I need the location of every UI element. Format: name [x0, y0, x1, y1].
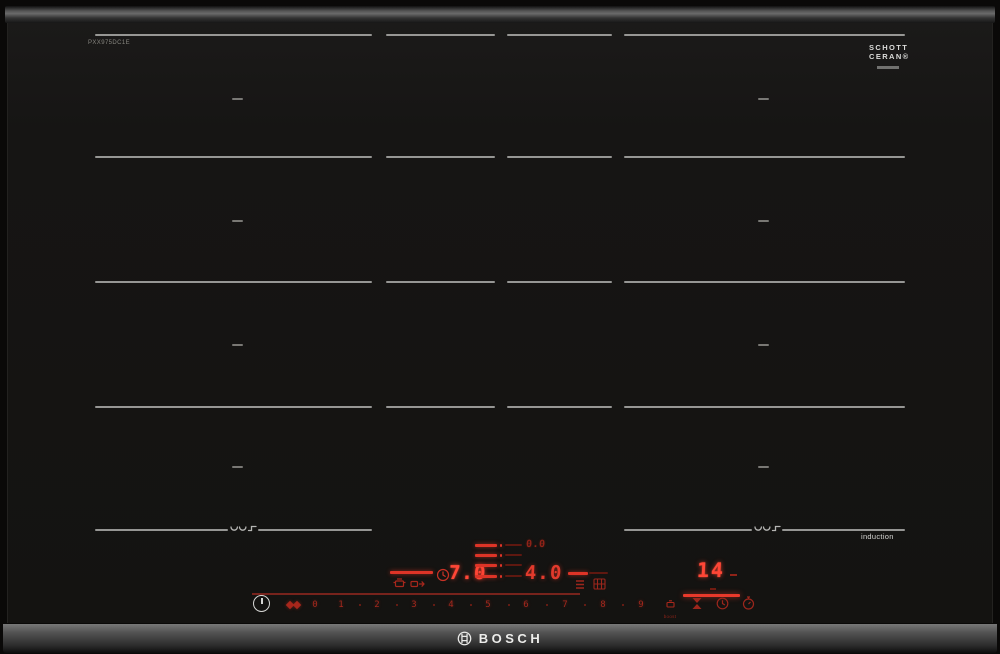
slider-dot: [584, 604, 586, 606]
zone-center-mark: [232, 220, 243, 222]
power-level-4[interactable]: 4: [446, 600, 456, 610]
slider-dot: [359, 604, 361, 606]
zone-line: [624, 34, 905, 36]
zone-line: [386, 406, 495, 408]
power-button[interactable]: [253, 595, 270, 612]
pan-size-marker-icon: [754, 525, 781, 532]
zone-line: [386, 281, 495, 283]
power-level-9[interactable]: 9: [636, 600, 646, 610]
zone-line: [624, 406, 905, 408]
right-zone-indicator-bar: [568, 572, 588, 575]
zone-line: [95, 281, 372, 283]
model-code: PXX975DC1E: [88, 40, 131, 46]
zone-line: [507, 34, 612, 36]
left-zone-indicator-bar: [390, 571, 433, 574]
stopwatch-icon[interactable]: [742, 596, 755, 610]
ceramic-glass-surface: [7, 23, 993, 623]
zone-center-mark: [758, 220, 769, 222]
power-level-5[interactable]: 5: [483, 600, 493, 610]
boost-label: boost: [663, 614, 677, 619]
pot-icon: [393, 578, 406, 588]
level-bar: [475, 544, 497, 547]
level-bar-dim: [505, 564, 522, 566]
pan-size-marker-icon: [230, 525, 257, 532]
wipe-protection-icon[interactable]: [285, 599, 304, 611]
right-zone-level-display[interactable]: 4.0: [524, 562, 562, 584]
zone-center-mark: [758, 466, 769, 468]
keep-warm-icon: [576, 580, 584, 589]
zone-line: [386, 156, 495, 158]
zone-line: [624, 281, 905, 283]
level-bar: [475, 554, 497, 557]
clock-timer-icon[interactable]: [716, 597, 729, 610]
power-level-6[interactable]: 6: [521, 600, 531, 610]
zone-line: [507, 406, 612, 408]
level-bar-dim: [505, 554, 522, 556]
schott-ceran-logo: SCHOTT CERAN®: [869, 43, 910, 61]
zone-line: [258, 529, 372, 531]
slider-dot: [546, 604, 548, 606]
zone-center-mark: [232, 344, 243, 346]
schott-fine-print: [877, 66, 899, 69]
timer-slider-tick: [710, 588, 716, 590]
front-metal-trim: BOSCH: [3, 624, 997, 653]
zone-line: [507, 156, 612, 158]
zone-line: [386, 34, 495, 36]
zone-line: [95, 529, 228, 531]
induction-label: induction: [861, 532, 894, 541]
zone-line: [95, 406, 372, 408]
right-zone-indicator-bar-dim: [589, 572, 608, 574]
power-level-8[interactable]: 8: [598, 600, 608, 610]
zone-center-mark: [232, 98, 243, 100]
power-level-0[interactable]: 0: [310, 600, 320, 610]
timer-display[interactable]: 14: [696, 558, 725, 582]
ceran-line: CERAN®: [869, 51, 910, 61]
slider-dot: [396, 604, 398, 606]
zone-line: [782, 529, 905, 531]
move-pot-icon: [410, 580, 425, 588]
power-level-1[interactable]: 1: [336, 600, 346, 610]
slider-dot: [433, 604, 435, 606]
zone-line: [95, 34, 372, 36]
zone-line: [624, 529, 752, 531]
zone-line: [624, 156, 905, 158]
level-dot: [500, 575, 502, 578]
bosch-wordmark: BOSCH: [478, 631, 544, 646]
zone-line: [95, 156, 372, 158]
slider-dot: [622, 604, 624, 606]
bosch-symbol-icon: [457, 631, 472, 646]
timer-unit-mark: [730, 574, 737, 576]
level-bar: [475, 564, 497, 567]
level-dot: [500, 544, 502, 547]
top-metal-trim: [5, 6, 995, 23]
egg-timer-icon[interactable]: [691, 597, 703, 610]
zone-center-mark: [758, 344, 769, 346]
power-level-3[interactable]: 3: [409, 600, 419, 610]
level-bar: [475, 575, 497, 578]
level-bar-dim: [505, 575, 522, 577]
power-level-2[interactable]: 2: [372, 600, 382, 610]
induction-hob: PXX975DC1E SCHOTT CERAN® induction 7.0 0…: [0, 0, 1000, 654]
level-dot: [500, 564, 502, 567]
level-bar-dim: [505, 544, 522, 546]
grill-zone-icon: [593, 578, 606, 590]
zone-line: [507, 281, 612, 283]
level-dot: [500, 554, 502, 557]
slider-dot: [508, 604, 510, 606]
zone-center-mark: [232, 466, 243, 468]
aux-level-display: 0.0: [525, 539, 546, 550]
power-slider-line[interactable]: [252, 593, 580, 595]
zone-center-mark: [758, 98, 769, 100]
slider-dot: [470, 604, 472, 606]
power-level-7[interactable]: 7: [560, 600, 570, 610]
boost-button[interactable]: boost: [659, 595, 681, 619]
boost-icon: [665, 600, 675, 608]
